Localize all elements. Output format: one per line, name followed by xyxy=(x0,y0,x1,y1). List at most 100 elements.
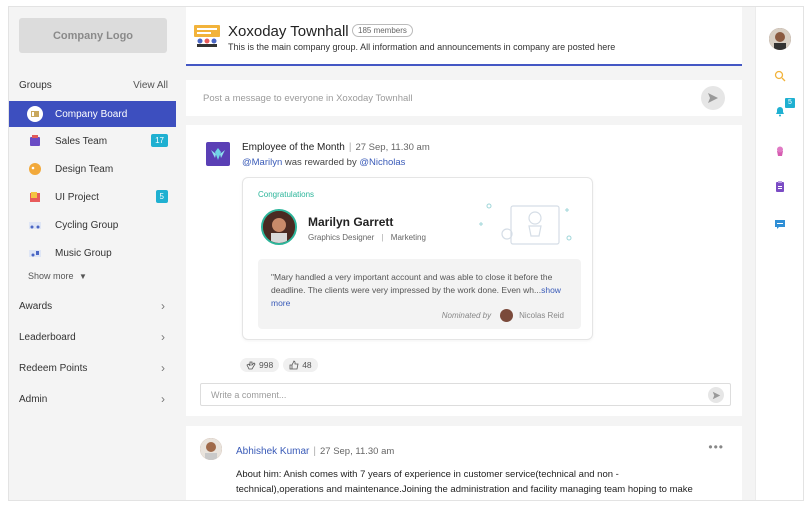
chevron-right-icon: › xyxy=(161,330,165,344)
company-logo: Company Logo xyxy=(19,18,167,53)
send-comment-button[interactable] xyxy=(708,387,724,403)
send-icon xyxy=(708,93,718,103)
clipboard-icon[interactable] xyxy=(773,179,787,193)
clap-reaction[interactable]: 998 xyxy=(240,358,280,372)
group-badge: 5 xyxy=(155,190,168,203)
ui-project-icon xyxy=(27,189,43,205)
divider: | xyxy=(348,142,352,153)
like-reaction[interactable]: 48 xyxy=(283,358,318,372)
nav-awards[interactable]: Awards › xyxy=(19,299,165,313)
groups-header: Groups View All xyxy=(19,80,168,91)
author-avatar[interactable] xyxy=(200,438,222,460)
certificate-illustration-icon xyxy=(471,196,581,261)
nominated-label: Nominated by xyxy=(441,311,492,320)
group-list: Company Board Sales Team 17 Design Team xyxy=(9,101,176,267)
group-item-music-group[interactable]: Music Group xyxy=(9,239,176,267)
show-more-link[interactable]: Show more ▼ xyxy=(28,271,87,281)
group-item-label: Design Team xyxy=(55,163,114,175)
group-item-cycling-group[interactable]: Cycling Group xyxy=(9,211,176,239)
chevron-right-icon: › xyxy=(161,299,165,313)
members-badge[interactable]: 185 members xyxy=(352,24,413,37)
group-item-label: Company Board xyxy=(55,108,128,120)
comment-input[interactable]: Write a comment... xyxy=(200,383,731,406)
show-more-label: Show more xyxy=(28,271,74,281)
post-card: Employee of the Month | 27 Sep, 11.30 am @… xyxy=(186,125,742,416)
chat-icon[interactable] xyxy=(773,217,787,231)
winner-role: Graphics Designer | Marketing xyxy=(308,233,426,242)
user-avatar[interactable] xyxy=(769,28,791,50)
app-frame: Company Logo Groups View All Company Boa… xyxy=(8,6,804,501)
design-team-icon xyxy=(27,161,43,177)
music-group-icon xyxy=(27,245,43,261)
like-count: 48 xyxy=(302,360,312,370)
group-item-ui-project[interactable]: UI Project 5 xyxy=(9,183,176,211)
cycling-group-icon xyxy=(27,217,43,233)
caret-down-icon: ▼ xyxy=(79,272,87,281)
winner-role-title: Graphics Designer xyxy=(308,233,375,242)
send-icon xyxy=(712,391,720,399)
nav-label: Admin xyxy=(19,393,48,405)
post-header: Abhishek Kumar | 27 Sep, 11.30 am xyxy=(236,446,394,457)
group-item-label: Music Group xyxy=(55,247,112,259)
divider: | xyxy=(313,446,316,457)
group-description: This is the main company group. All info… xyxy=(228,42,616,52)
nav-leaderboard[interactable]: Leaderboard › xyxy=(19,330,165,344)
award-card: Congratulations Marilyn Garrett Graphics… xyxy=(242,177,593,340)
post-composer[interactable]: Post a message to everyone in Xoxoday To… xyxy=(186,80,742,116)
group-badge: 17 xyxy=(151,134,168,147)
reward-action: was rewarded by xyxy=(284,157,357,168)
group-item-label: Cycling Group xyxy=(55,219,119,231)
send-post-button[interactable] xyxy=(701,86,725,110)
sales-team-icon xyxy=(27,133,43,149)
post-subtitle: @Marilyn was rewarded by @Nicholas xyxy=(242,157,405,168)
group-item-sales-team[interactable]: Sales Team 17 xyxy=(9,127,176,155)
recipient-link[interactable]: @Marilyn xyxy=(242,157,282,168)
group-title: Xoxoday Townhall xyxy=(228,23,349,40)
nav-label: Awards xyxy=(19,300,53,312)
group-item-company-board[interactable]: Company Board xyxy=(9,101,176,127)
group-item-label: Sales Team xyxy=(55,135,108,147)
giver-link[interactable]: @Nicholas xyxy=(359,157,405,168)
author-name-link[interactable]: Abhishek Kumar xyxy=(236,446,309,457)
post-title: Employee of the Month | 27 Sep, 11.30 am xyxy=(242,142,430,153)
nav-admin[interactable]: Admin › xyxy=(19,392,165,406)
composer-placeholder: Post a message to everyone in Xoxoday To… xyxy=(203,93,413,104)
post-date: 27 Sep, 11.30 am xyxy=(355,142,430,153)
groups-label: Groups xyxy=(19,80,52,91)
nomination-quote: "Mary handled a very important account a… xyxy=(258,259,581,329)
quote-text-block: "Mary handled a very important account a… xyxy=(271,271,571,310)
group-item-label: UI Project xyxy=(55,191,99,203)
congrats-label: Congratulations xyxy=(258,190,315,199)
nav-redeem-points[interactable]: Redeem Points › xyxy=(19,361,165,375)
winner-avatar[interactable] xyxy=(261,209,297,245)
more-options-icon[interactable]: ••• xyxy=(708,440,724,454)
post-date: 27 Sep, 11.30 am xyxy=(319,446,395,457)
townhall-icon xyxy=(192,23,222,49)
cupcake-icon[interactable] xyxy=(773,144,787,158)
nav-label: Leaderboard xyxy=(19,331,76,343)
nominator-avatar[interactable] xyxy=(500,309,514,322)
chevron-right-icon: › xyxy=(161,361,165,375)
post-title-text: Employee of the Month xyxy=(242,142,345,153)
post-card: Abhishek Kumar | 27 Sep, 11.30 am ••• Abou… xyxy=(186,426,742,500)
right-rail: 5 xyxy=(755,7,803,500)
nav-label: Redeem Points xyxy=(19,362,88,374)
divider: | xyxy=(381,233,384,242)
clap-count: 998 xyxy=(259,360,274,370)
clap-icon xyxy=(246,361,256,370)
notification-badge: 5 xyxy=(785,98,795,108)
comment-placeholder: Write a comment... xyxy=(211,390,287,400)
search-icon[interactable] xyxy=(773,69,787,83)
post-body: About him: Anish comes with 7 years of e… xyxy=(236,469,693,500)
board-icon xyxy=(27,106,43,122)
nominated-by: Nominated by Nicolas Reid xyxy=(442,309,564,322)
group-item-design-team[interactable]: Design Team xyxy=(9,155,176,183)
nominator-name: Nicolas Reid xyxy=(519,311,564,320)
chevron-right-icon: › xyxy=(161,392,165,406)
view-all-link[interactable]: View All xyxy=(133,80,168,91)
thumbs-up-icon xyxy=(289,360,299,370)
sidebar: Company Logo Groups View All Company Boa… xyxy=(9,7,176,500)
group-header: Xoxoday Townhall 185 members This is the… xyxy=(186,7,742,66)
winner-department: Marketing xyxy=(390,233,426,242)
reactions-bar: 998 48 xyxy=(240,358,318,372)
